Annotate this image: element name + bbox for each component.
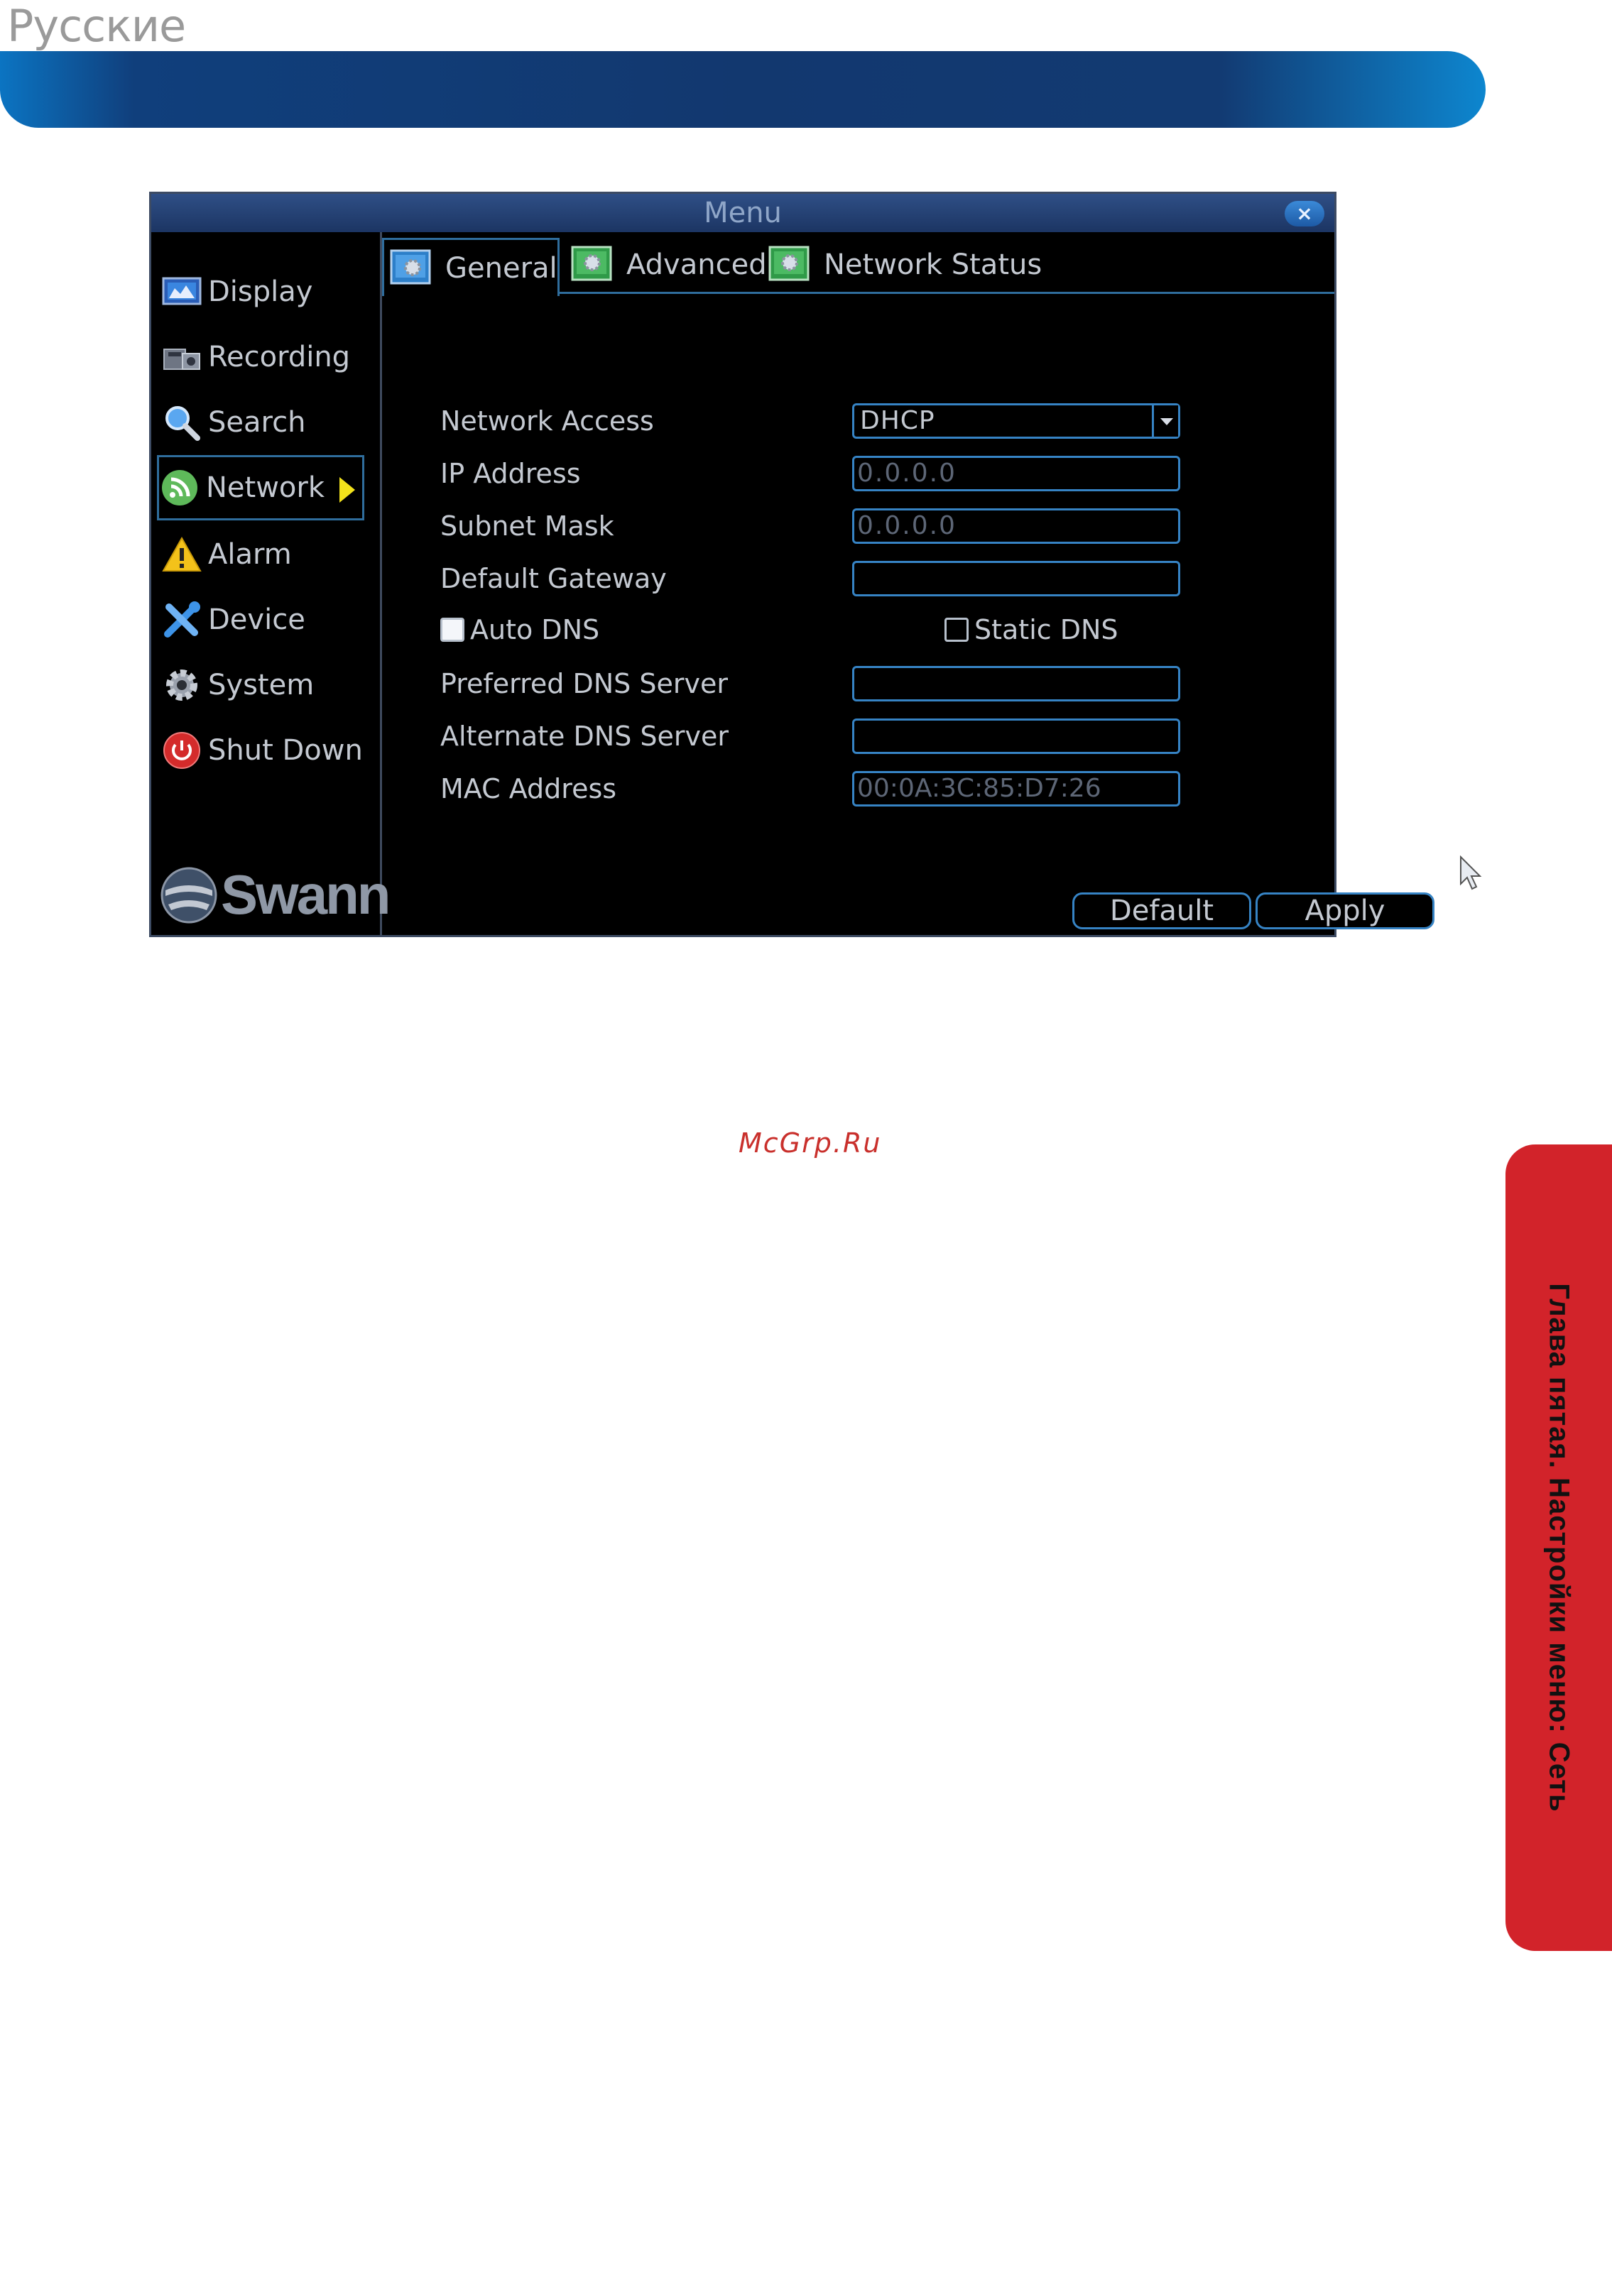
shutdown-icon — [161, 730, 202, 771]
display-icon — [161, 271, 202, 312]
ip-address-label: IP Address — [440, 458, 581, 489]
mac-address-label: MAC Address — [440, 773, 617, 804]
top-banner — [0, 51, 1486, 128]
network-access-select[interactable]: DHCP — [852, 403, 1180, 439]
auto-dns-checkbox[interactable] — [440, 618, 464, 642]
sidebar-item-label: Display — [208, 275, 313, 308]
tab-bar: General Advanced Network Status — [382, 238, 1334, 296]
sidebar-item-label: Recording — [208, 341, 351, 373]
alarm-icon — [161, 534, 202, 575]
swann-logo-icon — [160, 867, 217, 923]
sidebar: Display Recording Search Network Alarm D… — [151, 232, 391, 935]
sidebar-item-shutdown[interactable]: Shut Down — [161, 721, 367, 780]
default-gateway-label: Default Gateway — [440, 563, 667, 594]
row-default-gateway: Default Gateway — [440, 559, 667, 598]
static-dns-label: Static DNS — [974, 614, 1118, 645]
tab-network-status[interactable]: Network Status — [763, 238, 1042, 292]
active-arrow-icon — [339, 477, 355, 503]
sidebar-item-device[interactable]: Device — [161, 590, 367, 650]
network-access-label: Network Access — [440, 405, 654, 437]
watermark: McGrp.Ru — [739, 1127, 882, 1159]
tab-label: Network Status — [824, 248, 1042, 281]
row-subnet-mask: Subnet Mask — [440, 506, 614, 546]
chevron-down-icon[interactable] — [1152, 405, 1178, 437]
sidebar-item-label: System — [208, 669, 315, 701]
default-gateway-field[interactable] — [852, 561, 1180, 596]
device-icon — [161, 599, 202, 640]
page-language-heading: Русские — [7, 0, 186, 52]
tab-general[interactable]: General — [382, 238, 560, 296]
subnet-mask-field[interactable]: 0.0.0.0 — [852, 508, 1180, 544]
search-icon — [161, 402, 202, 443]
row-ip-address: IP Address — [440, 454, 581, 493]
tab-label: General — [445, 251, 557, 285]
advanced-monitor-icon — [571, 246, 612, 281]
alternate-dns-label: Alternate DNS Server — [440, 721, 729, 752]
alternate-dns-field[interactable] — [852, 718, 1180, 754]
auto-dns-option[interactable]: Auto DNS — [440, 610, 599, 650]
preferred-dns-field[interactable] — [852, 666, 1180, 701]
mouse-cursor-icon — [1460, 855, 1482, 890]
preferred-dns-label: Preferred DNS Server — [440, 668, 728, 699]
network-access-value: DHCP — [860, 406, 935, 435]
sidebar-item-label: Shut Down — [208, 734, 363, 767]
chapter-side-tab: Глава пятая. Настройки меню: Сеть — [1505, 1144, 1612, 1951]
tab-advanced[interactable]: Advanced — [565, 238, 767, 292]
sidebar-item-recording[interactable]: Recording — [161, 327, 367, 387]
sidebar-item-label: Search — [208, 406, 306, 439]
auto-dns-label: Auto DNS — [470, 614, 600, 645]
close-button[interactable]: × — [1285, 201, 1324, 226]
window-titlebar: Menu × — [151, 194, 1334, 232]
apply-button[interactable]: Apply — [1256, 892, 1434, 929]
sidebar-item-alarm[interactable]: Alarm — [161, 525, 367, 584]
network-icon — [159, 467, 200, 508]
sidebar-item-system[interactable]: System — [161, 655, 367, 715]
chapter-side-tab-text: Глава пятая. Настройки меню: Сеть — [1543, 1283, 1575, 1813]
close-icon: × — [1296, 202, 1313, 225]
window-title: Menu — [704, 197, 782, 229]
settings-monitor-icon — [390, 249, 431, 284]
tab-label: Advanced — [626, 248, 767, 281]
recording-icon — [161, 337, 202, 378]
swann-logo-text: Swann — [221, 863, 391, 926]
row-network-access: Network Access — [440, 401, 654, 441]
content-panel: General Advanced Network Status Network … — [382, 232, 1434, 935]
subnet-mask-label: Subnet Mask — [440, 510, 614, 542]
row-alternate-dns: Alternate DNS Server — [440, 716, 729, 756]
sidebar-item-network[interactable]: Network — [157, 455, 364, 520]
static-dns-option[interactable]: Static DNS — [944, 610, 1118, 650]
sidebar-item-label: Device — [208, 603, 305, 636]
ip-address-field[interactable]: 0.0.0.0 — [852, 456, 1180, 491]
system-icon — [161, 665, 202, 706]
default-button[interactable]: Default — [1072, 892, 1251, 929]
mac-address-field: 00:0A:3C:85:D7:26 — [852, 771, 1180, 807]
sidebar-item-label: Alarm — [208, 538, 292, 571]
network-status-monitor-icon — [768, 246, 810, 281]
static-dns-checkbox[interactable] — [944, 618, 969, 642]
row-mac-address: MAC Address — [440, 769, 616, 809]
sidebar-item-search[interactable]: Search — [161, 393, 367, 452]
sidebar-item-label: Network — [206, 471, 325, 504]
sidebar-item-display[interactable]: Display — [161, 262, 367, 322]
row-preferred-dns: Preferred DNS Server — [440, 664, 728, 704]
dvr-menu-window: Menu × Display Recording Search Network … — [149, 192, 1482, 937]
swann-logo: Swann — [160, 863, 391, 927]
